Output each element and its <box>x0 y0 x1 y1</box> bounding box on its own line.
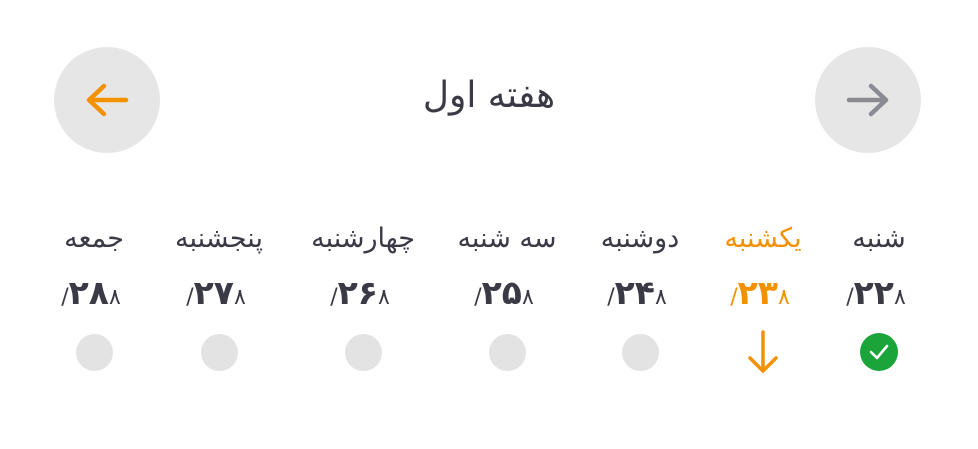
day-number: ۲۳ <box>737 273 778 312</box>
pending-dot <box>200 333 238 371</box>
day-name: چهارشنبه <box>311 223 415 254</box>
day-monday[interactable]: دوشنبه ۲۴۸/ <box>565 215 715 371</box>
day-status <box>488 333 526 371</box>
arrow-right-icon <box>846 83 889 117</box>
pending-dot <box>344 333 382 371</box>
day-status <box>744 330 782 373</box>
arrow-down-icon <box>748 330 778 373</box>
day-status <box>344 333 382 371</box>
pending-dot <box>488 333 526 371</box>
day-status <box>860 333 898 371</box>
day-number: ۲۷ <box>193 273 234 312</box>
day-status <box>200 333 238 371</box>
day-name: سه شنبه <box>457 223 557 254</box>
day-name: دوشنبه <box>600 223 680 254</box>
day-date: ۲۴۸/ <box>565 271 715 315</box>
day-date: ۲۶۸/ <box>288 271 438 315</box>
day-name: جمعه <box>64 223 124 254</box>
day-wednesday[interactable]: چهارشنبه ۲۶۸/ <box>288 215 438 371</box>
arrow-left-icon <box>86 83 129 117</box>
day-number: ۲۴ <box>614 273 655 312</box>
day-status <box>75 333 113 371</box>
day-number: ۲۶ <box>337 273 378 312</box>
day-tuesday[interactable]: سه شنبه ۲۵۸/ <box>432 215 582 371</box>
check-icon <box>860 333 898 371</box>
day-status <box>621 333 659 371</box>
day-date: ۲۵۸/ <box>432 271 582 315</box>
day-number: ۲۲ <box>853 273 894 312</box>
day-number: ۲۵ <box>481 273 522 312</box>
pending-dot <box>621 333 659 371</box>
next-week-button[interactable] <box>815 47 921 153</box>
day-friday[interactable]: جمعه ۲۸۸/ <box>19 215 169 371</box>
pending-dot <box>75 333 113 371</box>
previous-week-button[interactable] <box>54 47 160 153</box>
day-number: ۲۸ <box>68 273 109 312</box>
page-title: هفته اول <box>422 75 556 116</box>
day-date: ۲۸۸/ <box>19 271 169 315</box>
